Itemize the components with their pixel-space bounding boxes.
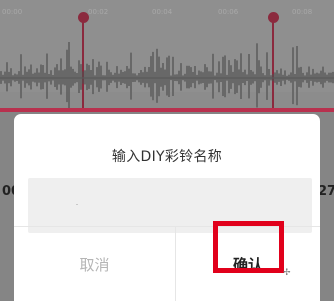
input-cursor-speck (76, 204, 78, 205)
audio-waveform (0, 42, 334, 109)
tick-label: 00:04 (152, 8, 173, 16)
timeline-ruler: 00:00 00:02 00:04 00:06 00:08 (0, 8, 334, 18)
tick-label: 00:06 (218, 8, 239, 16)
touch-indicator-icon: ✢ (283, 268, 291, 278)
end-time-fragment: 27 (318, 184, 334, 199)
app-screen: 00:00 00:02 00:04 00:06 00:08 00 27 输入DI… (0, 0, 334, 301)
tick-label: 00:08 (292, 8, 313, 16)
dialog-title: 输入DIY彩铃名称 (111, 149, 223, 165)
tick-label: 00:02 (88, 8, 109, 16)
confirm-highlight-box (213, 221, 284, 273)
cancel-button[interactable]: 取消 (14, 228, 175, 301)
tick-label: 00:00 (2, 8, 23, 16)
